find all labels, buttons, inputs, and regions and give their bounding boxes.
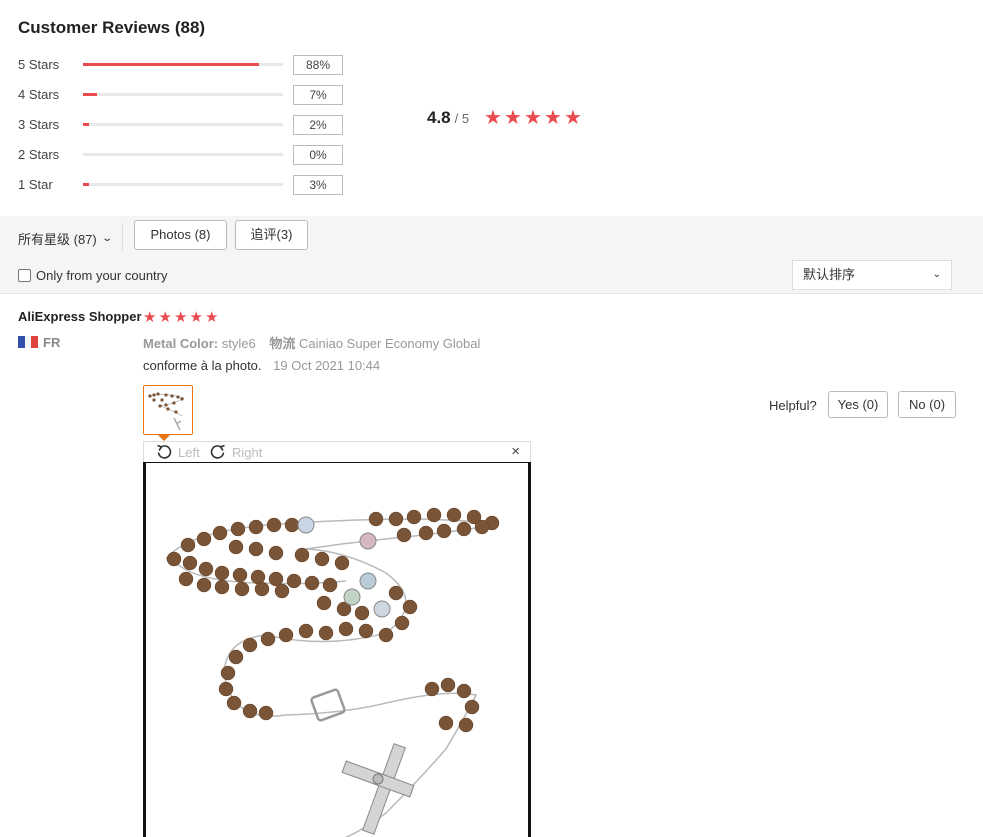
- helpful-no-button[interactable]: No (0): [898, 391, 956, 418]
- star-icon: ★: [524, 107, 542, 129]
- helpful-yes-button[interactable]: Yes (0): [828, 391, 888, 418]
- country-checkbox[interactable]: [18, 269, 31, 282]
- star-icon: ★: [484, 107, 502, 129]
- average-rating: 4.8 / 5: [427, 108, 469, 128]
- chevron-down-icon: ⌄: [932, 269, 941, 280]
- rating-label: 2 Stars: [18, 147, 60, 162]
- review-photo-thumbnail[interactable]: [143, 385, 193, 435]
- country-filter[interactable]: Only from your country: [18, 268, 168, 283]
- filter-divider: [122, 223, 123, 251]
- helpful-label: Helpful?: [769, 398, 817, 413]
- star-icon: ★: [143, 309, 157, 326]
- all-stars-dropdown[interactable]: 所有星级 (87) ⌄: [18, 229, 113, 248]
- additional-reviews-button[interactable]: 追评(3): [235, 220, 308, 250]
- star-icon: ★: [189, 309, 203, 326]
- sort-dropdown[interactable]: 默认排序 ⌄: [792, 260, 952, 290]
- rating-bar: [83, 93, 283, 96]
- rating-bar: [83, 63, 283, 66]
- reviewer-name: AliExpress Shopper: [18, 309, 142, 324]
- review-comment-line: conforme à la photo. 19 Oct 2021 10:44: [143, 358, 380, 373]
- rotate-right-icon: [210, 444, 225, 459]
- star-icon: ★: [504, 107, 522, 129]
- rating-bar: [83, 153, 283, 156]
- star-icon: ★: [564, 107, 584, 129]
- rating-percent: 7%: [293, 85, 343, 105]
- rotate-left-button[interactable]: Left: [156, 442, 200, 462]
- rating-bar: [83, 183, 283, 186]
- rating-row-4[interactable]: 4 Stars 7%: [18, 85, 348, 105]
- star-icon: ★: [158, 309, 172, 326]
- rating-label: 3 Stars: [18, 117, 60, 132]
- rotate-right-button[interactable]: Right: [210, 442, 262, 462]
- all-stars-label: 所有星级 (87): [18, 232, 97, 247]
- rating-row-1[interactable]: 1 Star 3%: [18, 175, 348, 195]
- rotate-left-label: Left: [178, 444, 200, 460]
- rating-bar-fill: [83, 183, 89, 186]
- rating-label: 1 Star: [18, 177, 53, 192]
- attr-shipping-value: Cainiao Super Economy Global: [298, 336, 481, 351]
- review-stars: ★ ★ ★ ★ ★: [143, 309, 221, 327]
- rating-percent: 2%: [293, 115, 343, 135]
- france-flag-icon: [18, 336, 39, 348]
- star-icon: ★: [174, 309, 188, 326]
- rating-label: 4 Stars: [18, 87, 60, 102]
- rotate-right-label: Right: [232, 444, 263, 460]
- reviews-title: Customer Reviews (88): [18, 18, 206, 37]
- attr-shipping-key: 物流: [269, 336, 296, 351]
- rating-label: 5 Stars: [18, 57, 60, 72]
- rating-row-2[interactable]: 2 Stars 0%: [18, 145, 348, 165]
- rating-row-5[interactable]: 5 Stars 88%: [18, 55, 348, 75]
- rating-percent: 3%: [293, 175, 343, 195]
- rating-percent: 88%: [293, 55, 343, 75]
- sort-label: 默认排序: [803, 267, 856, 282]
- average-out-of: / 5: [454, 111, 470, 126]
- rotate-left-icon: [157, 444, 172, 459]
- review-date: 19 Oct 2021 10:44: [273, 358, 381, 373]
- country-filter-label: Only from your country: [36, 268, 168, 283]
- image-viewer-toolbar: Left Right ×: [143, 441, 531, 463]
- star-icon: ★: [544, 107, 562, 129]
- photos-filter-button[interactable]: Photos (8): [134, 220, 227, 250]
- rating-percent: 0%: [293, 145, 343, 165]
- rosary-photo-image: [146, 463, 528, 837]
- rating-bar-fill: [83, 63, 259, 66]
- attr-color-key: Metal Color:: [143, 336, 219, 351]
- reviewer-country: FR: [43, 335, 61, 350]
- attr-color-value: style6: [221, 336, 256, 351]
- rating-bar-fill: [83, 93, 97, 96]
- average-value: 4.8: [427, 108, 451, 127]
- star-icon: ★: [205, 309, 219, 326]
- average-stars: ★ ★ ★ ★ ★: [484, 107, 584, 129]
- review-filter-bar: 所有星级 (87) ⌄ Photos (8) 追评(3) Only from y…: [0, 216, 983, 294]
- rating-row-3[interactable]: 3 Stars 2%: [18, 115, 348, 135]
- close-icon[interactable]: ×: [511, 443, 520, 461]
- review-comment: conforme à la photo.: [143, 358, 262, 373]
- chevron-down-icon: ⌄: [101, 233, 113, 244]
- review-photo-viewer: [143, 462, 531, 837]
- rating-bar-fill: [83, 123, 89, 126]
- rating-bar: [83, 123, 283, 126]
- review-attributes: Metal Color: style6 物流 Cainiao Super Eco…: [143, 333, 480, 352]
- rosary-thumbnail-image: [147, 392, 185, 431]
